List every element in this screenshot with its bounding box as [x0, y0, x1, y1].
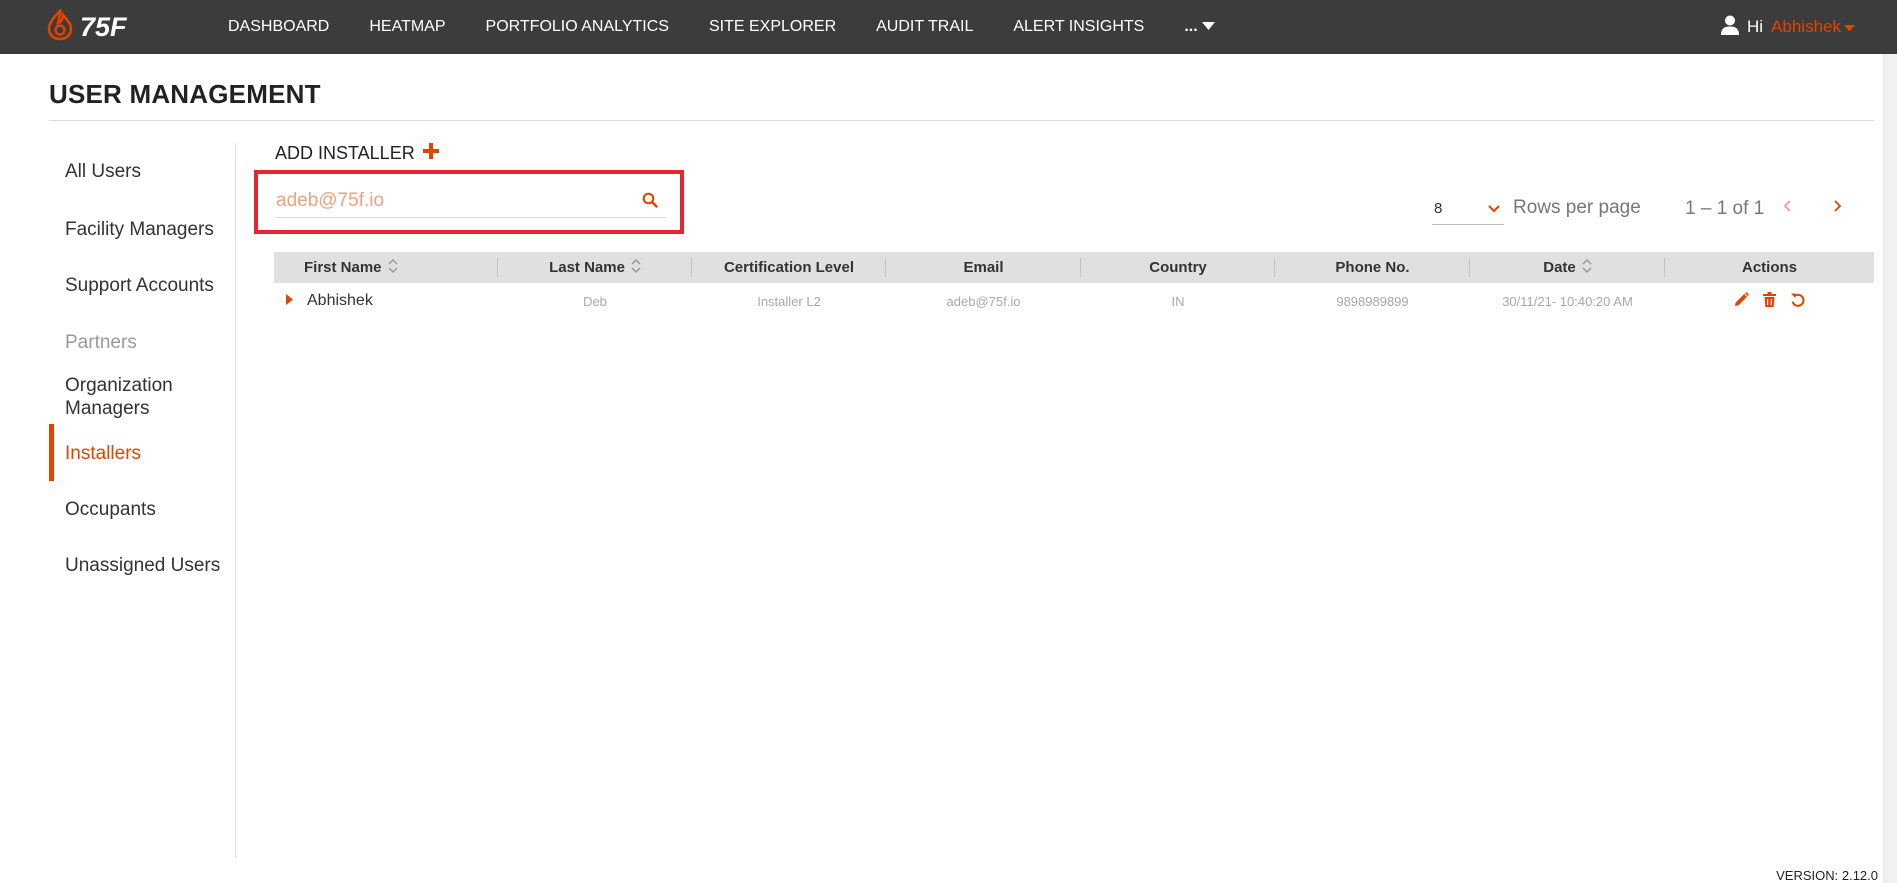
- user-icon: [1721, 15, 1739, 40]
- cell-email: adeb@75f.io: [946, 293, 1021, 309]
- sidebar-item-installers[interactable]: Installers: [65, 442, 141, 465]
- add-installer-button[interactable]: ADD INSTALLER: [275, 143, 439, 164]
- column-country: Country: [1081, 252, 1275, 283]
- chevron-left-icon: [1783, 200, 1793, 217]
- column-phone: Phone No.: [1275, 252, 1470, 283]
- user-menu: Hi Abhishek: [1721, 0, 1855, 54]
- column-label: Actions: [1741, 259, 1797, 276]
- user-name-dropdown[interactable]: Abhishek: [1771, 17, 1855, 37]
- trash-icon: [1762, 292, 1776, 310]
- reset-arrow-icon: [1790, 292, 1806, 311]
- column-certification-level: Certification Level: [692, 252, 886, 283]
- sidebar-item-support-accounts[interactable]: Support Accounts: [65, 274, 214, 297]
- rows-per-page-value: 8: [1434, 200, 1443, 217]
- cell-actions: [1665, 283, 1874, 319]
- add-installer-label: ADD INSTALLER: [275, 143, 415, 163]
- cell-first-name: Abhishek: [274, 283, 498, 319]
- cell-phone: 9898989899: [1336, 293, 1409, 309]
- cell-certification: Installer L2: [757, 293, 821, 309]
- plus-icon: [422, 143, 439, 164]
- sort-icon: [388, 258, 398, 278]
- next-page-button[interactable]: [1832, 199, 1842, 218]
- nav-portfolio-analytics[interactable]: PORTFOLIO ANALYTICS: [486, 18, 669, 36]
- table-header: First Name Last Name Certification Level…: [274, 252, 1874, 283]
- installers-table: First Name Last Name Certification Level…: [274, 252, 1874, 319]
- rows-per-page-label: Rows per page: [1513, 197, 1641, 218]
- main-nav: DASHBOARD HEATMAP PORTFOLIO ANALYTICS SI…: [228, 0, 1215, 54]
- column-first-name[interactable]: First Name: [274, 252, 498, 283]
- nav-alert-insights[interactable]: ALERT INSIGHTS: [1013, 18, 1144, 36]
- greeting-text: Hi: [1747, 17, 1764, 36]
- column-label: Date: [1543, 259, 1576, 276]
- column-label: Last Name: [549, 259, 625, 276]
- vertical-scrollbar[interactable]: [1883, 54, 1897, 883]
- search-highlight-box: [254, 170, 684, 234]
- cell-last-name: Deb: [583, 293, 607, 309]
- sidebar-item-unassigned-users[interactable]: Unassigned Users: [65, 554, 220, 577]
- sort-icon: [631, 258, 641, 278]
- rows-per-page-select[interactable]: 8: [1432, 193, 1504, 225]
- search-field: [276, 184, 666, 218]
- sort-icon: [1582, 258, 1592, 278]
- nav-heatmap[interactable]: HEATMAP: [369, 18, 445, 36]
- sidebar-item-facility-managers[interactable]: Facility Managers: [65, 218, 214, 241]
- column-label: Phone No.: [1335, 259, 1410, 276]
- column-label: Certification Level: [723, 259, 855, 276]
- first-name-value: Abhishek: [307, 292, 373, 309]
- search-icon[interactable]: [642, 192, 658, 213]
- chevron-down-icon: [1488, 200, 1500, 218]
- nav-site-explorer[interactable]: SITE EXPLORER: [709, 18, 836, 36]
- column-date[interactable]: Date: [1470, 252, 1665, 283]
- logo-text: 75F: [80, 11, 127, 42]
- cell-date: 30/11/21- 10:40:20 AM: [1502, 293, 1633, 309]
- column-label: Country: [1149, 259, 1207, 276]
- nav-more-label: ...: [1184, 18, 1198, 35]
- pagination-range: 1 – 1 of 1: [1685, 198, 1765, 219]
- table-row: Abhishek Deb Installer L2 adeb@75f.io IN…: [274, 283, 1874, 319]
- delete-button[interactable]: [1762, 292, 1776, 310]
- caret-down-icon: [1844, 17, 1855, 37]
- search-input[interactable]: [276, 189, 626, 212]
- nav-more-menu[interactable]: ...: [1184, 18, 1215, 36]
- previous-page-button[interactable]: [1783, 199, 1793, 218]
- title-divider: [49, 120, 1874, 121]
- active-indicator: [49, 424, 54, 481]
- chevron-right-icon: [1832, 200, 1842, 217]
- page-title: USER MANAGEMENT: [49, 79, 321, 109]
- cell-country: IN: [1171, 293, 1185, 309]
- reset-button[interactable]: [1790, 292, 1806, 311]
- sidebar-item-organization-managers[interactable]: Organization Managers: [65, 374, 225, 420]
- flame-logo-icon: [46, 7, 74, 46]
- expand-row-icon[interactable]: [286, 292, 293, 310]
- sidebar-item-occupants[interactable]: Occupants: [65, 498, 156, 521]
- column-email: Email: [886, 252, 1081, 283]
- column-label: First Name: [304, 259, 382, 276]
- edit-button[interactable]: [1734, 292, 1749, 310]
- user-name-label: Abhishek: [1771, 17, 1841, 36]
- sidebar-item-all-users[interactable]: All Users: [65, 160, 141, 183]
- nav-dashboard[interactable]: DASHBOARD: [228, 18, 329, 36]
- brand-logo[interactable]: 75F: [46, 7, 127, 46]
- column-actions: Actions: [1665, 252, 1874, 283]
- column-label: Email: [963, 259, 1004, 276]
- user-type-sidebar: All Users Facility Managers Support Acco…: [49, 143, 236, 858]
- pencil-icon: [1734, 292, 1749, 310]
- caret-down-icon: [1201, 18, 1215, 36]
- column-last-name[interactable]: Last Name: [498, 252, 692, 283]
- sidebar-section-partners: Partners: [65, 332, 137, 353]
- app-version: VERSION: 2.12.0: [1776, 868, 1878, 883]
- nav-audit-trail[interactable]: AUDIT TRAIL: [876, 18, 973, 36]
- top-navigation-bar: 75F DASHBOARD HEATMAP PORTFOLIO ANALYTIC…: [0, 0, 1897, 54]
